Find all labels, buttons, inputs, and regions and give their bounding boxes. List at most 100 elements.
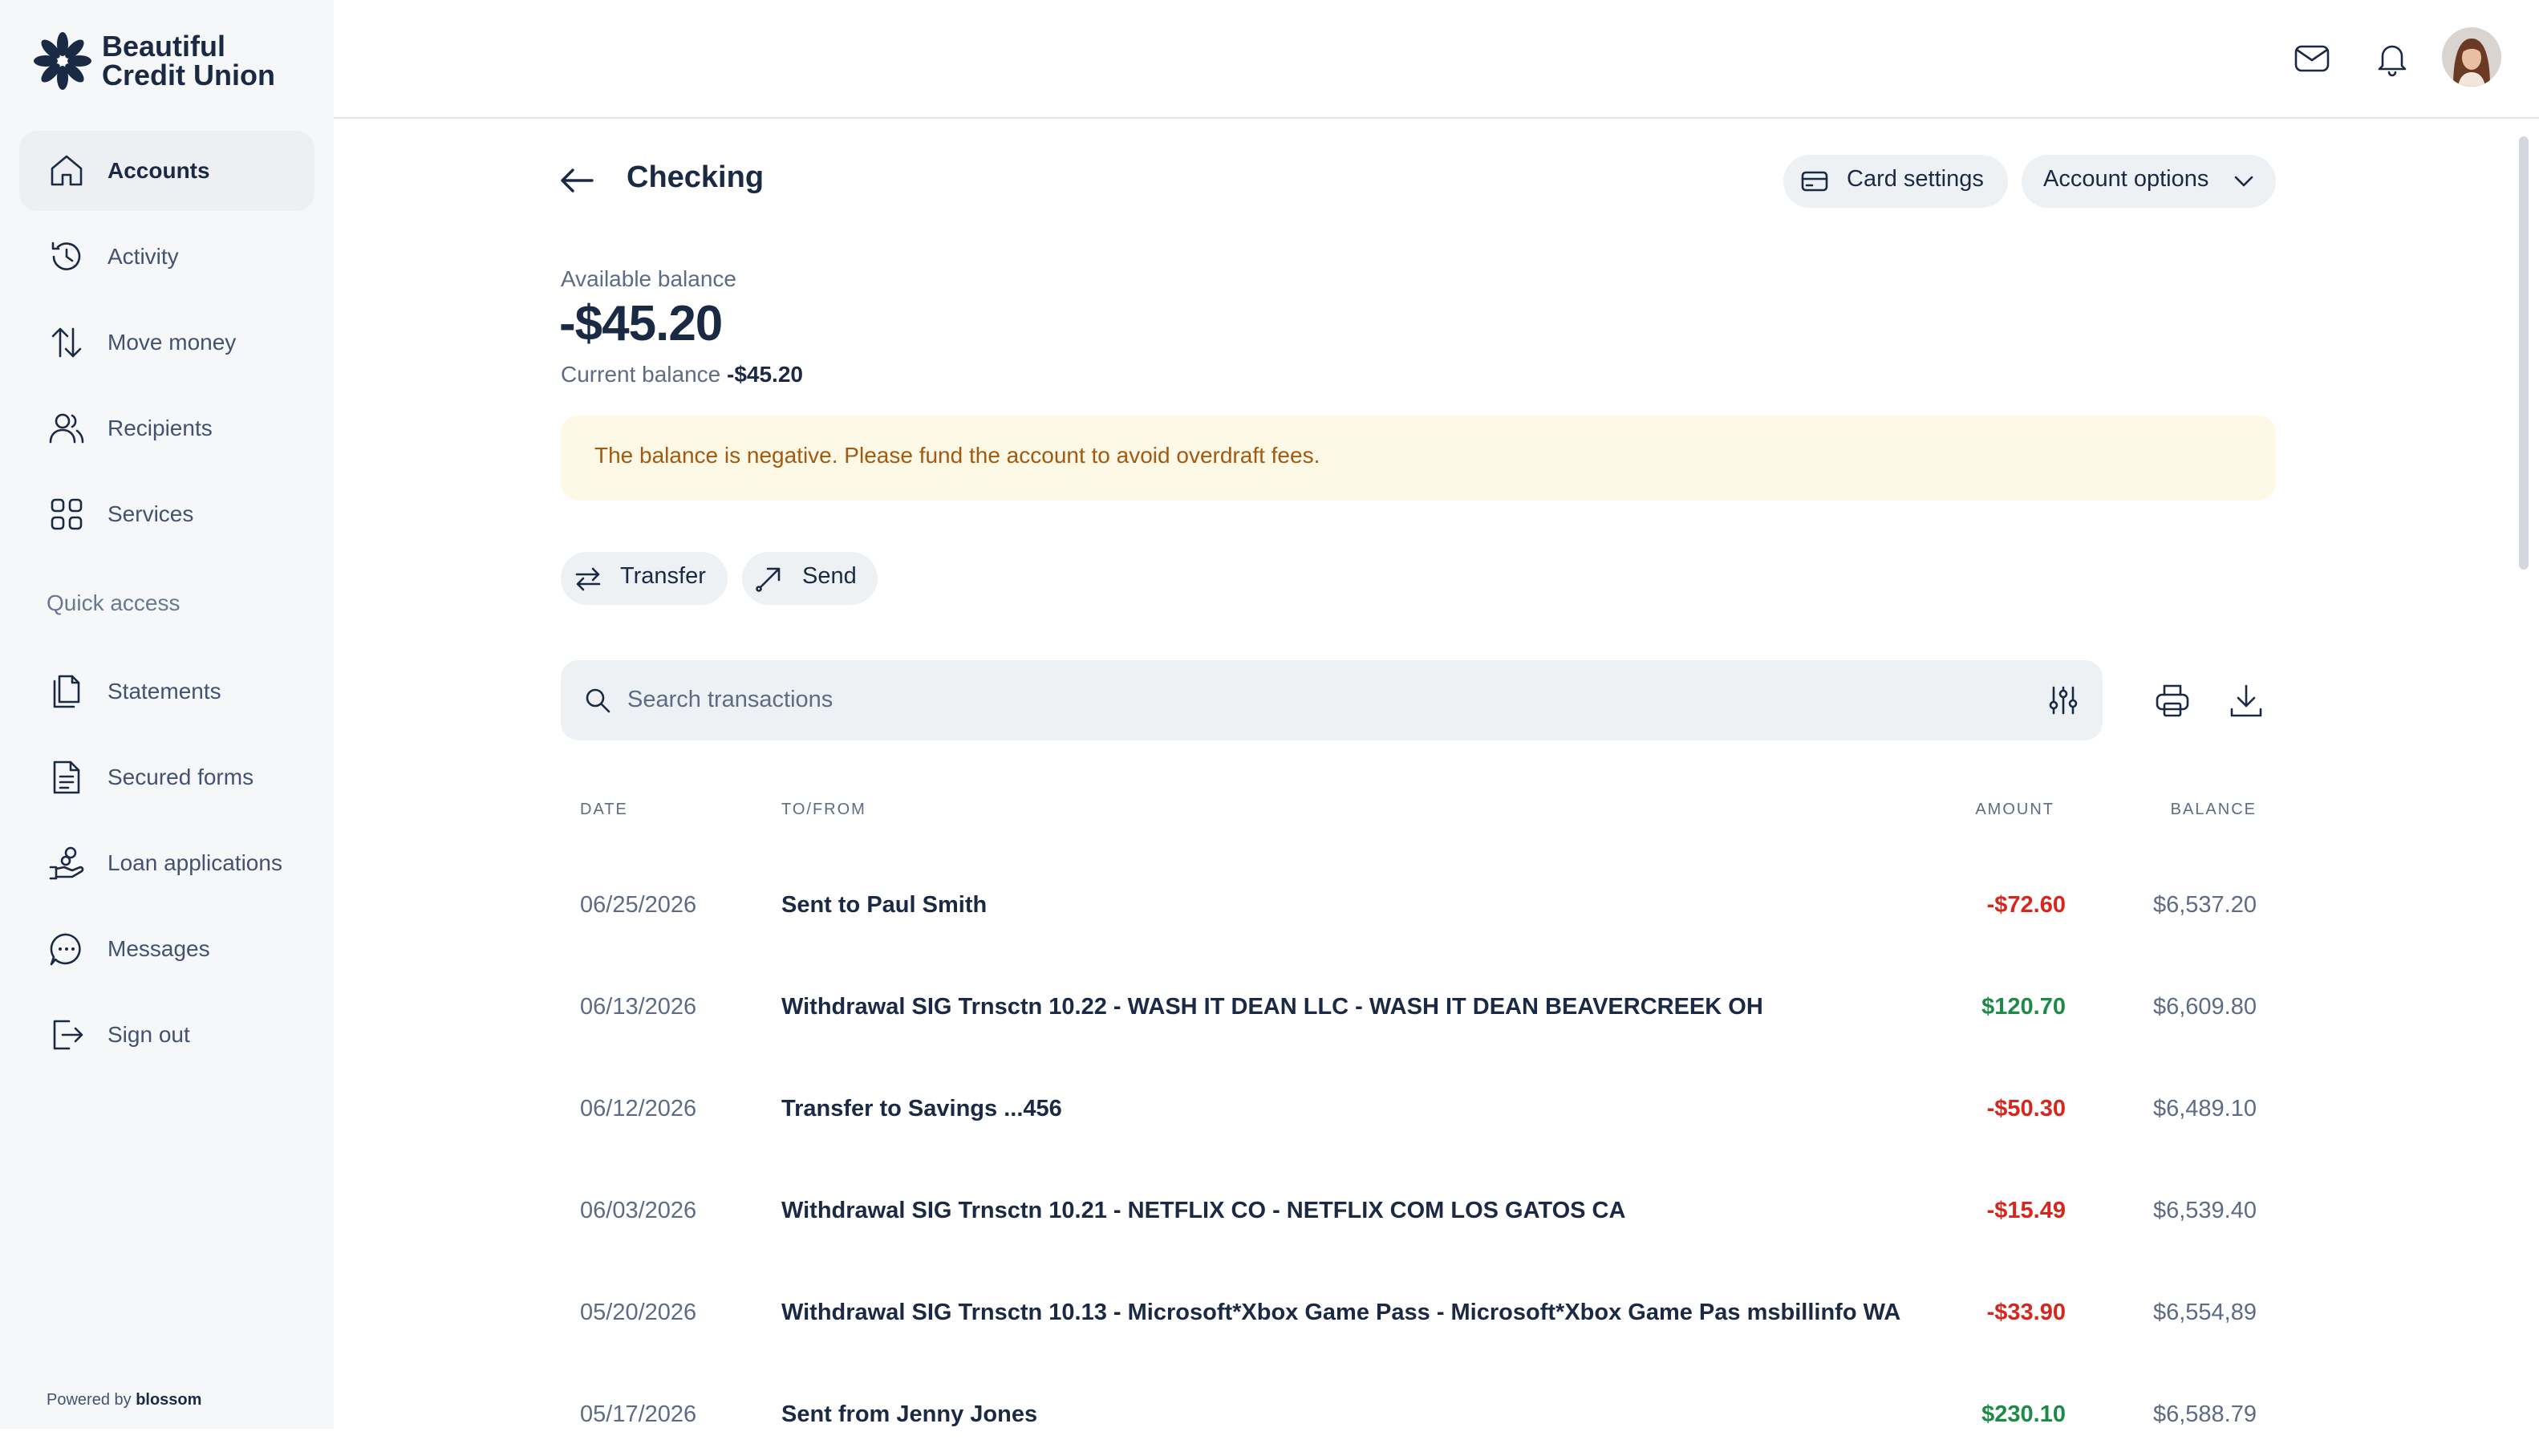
row-date: 05/20/2026 xyxy=(580,1300,697,1325)
sidebar-item-label: Move money xyxy=(107,330,237,355)
user-avatar[interactable] xyxy=(2442,27,2501,87)
row-description: Sent from Jenny Jones xyxy=(781,1401,1038,1427)
table-row[interactable]: 06/13/2026 Withdrawal SIG Trnsctn 10.22 … xyxy=(561,968,2276,1048)
row-balance: $6,489.10 xyxy=(2152,1096,2257,1121)
filter-sliders-icon[interactable] xyxy=(2047,684,2079,716)
column-header-date: DATE xyxy=(580,801,628,818)
powered-by: Powered by blossom xyxy=(47,1391,201,1409)
row-description: Withdrawal SIG Trnsctn 10.13 - Microsoft… xyxy=(781,1300,1901,1325)
sidebar: Beautiful Credit Union Accounts Activity… xyxy=(0,0,334,1429)
row-balance: $6,588.79 xyxy=(2152,1401,2257,1427)
sidebar-item-label: Loan applications xyxy=(107,850,282,875)
account-options-dropdown[interactable]: Account options xyxy=(2022,155,2276,208)
sidebar-item-accounts[interactable]: Accounts xyxy=(19,131,314,211)
row-balance: $6,539.40 xyxy=(2152,1198,2257,1223)
current-balance: Current balance -$45.20 xyxy=(561,362,803,387)
negative-balance-alert: The balance is negative. Please fund the… xyxy=(561,416,2276,501)
alert-message: The balance is negative. Please fund the… xyxy=(594,443,1320,468)
mail-icon[interactable] xyxy=(2292,39,2332,79)
sidebar-item-label: Recipients xyxy=(107,416,213,440)
column-header-balance: BALANCE xyxy=(2170,801,2257,818)
send-label: Send xyxy=(802,563,857,589)
sidebar-item-services[interactable]: Services xyxy=(19,474,314,554)
history-icon xyxy=(48,238,85,275)
sidebar-item-secured-forms[interactable]: Secured forms xyxy=(19,737,314,817)
credit-card-icon xyxy=(1801,169,1828,193)
sidebar-item-messages[interactable]: Messages xyxy=(19,909,314,989)
available-balance-label: Available balance xyxy=(561,266,736,291)
row-balance: $6,537.20 xyxy=(2152,892,2257,918)
row-description: Withdrawal SIG Trnsctn 10.22 - WASH IT D… xyxy=(781,994,1763,1020)
current-balance-amount: -$45.20 xyxy=(727,362,803,387)
quick-access-label: Quick access xyxy=(47,590,180,615)
brand-line-1: Beautiful xyxy=(102,30,226,63)
column-header-to-from: TO/FROM xyxy=(781,801,866,818)
row-amount: -$15.49 xyxy=(1986,1198,2066,1223)
sidebar-item-label: Secured forms xyxy=(107,765,254,789)
chat-icon xyxy=(48,931,85,967)
sidebar-item-label: Services xyxy=(107,501,194,526)
row-amount: $120.70 xyxy=(1981,994,2066,1020)
account-options-label: Account options xyxy=(2043,166,2209,192)
row-date: 06/13/2026 xyxy=(580,994,697,1020)
page-title: Checking xyxy=(627,160,765,194)
available-balance-amount: -$45.20 xyxy=(559,296,723,351)
top-bar xyxy=(334,0,2539,119)
card-settings-button[interactable]: Card settings xyxy=(1783,155,2008,208)
sign-out-icon xyxy=(48,1016,85,1053)
send-arrow-icon xyxy=(755,566,782,593)
row-balance: $6,554,89 xyxy=(2152,1300,2257,1325)
table-row[interactable]: 06/25/2026 Sent to Paul Smith -$72.60 $6… xyxy=(561,866,2276,947)
row-amount: -$33.90 xyxy=(1986,1300,2066,1325)
powered-by-prefix: Powered by xyxy=(47,1391,132,1409)
sidebar-item-loan-applications[interactable]: Loan applications xyxy=(19,823,314,903)
table-row[interactable]: 05/20/2026 Withdrawal SIG Trnsctn 10.13 … xyxy=(561,1274,2276,1354)
search-placeholder: Search transactions xyxy=(627,687,833,712)
row-amount: -$50.30 xyxy=(1986,1096,2066,1121)
sidebar-item-label: Statements xyxy=(107,679,221,704)
bell-icon[interactable] xyxy=(2372,39,2412,79)
sidebar-item-activity[interactable]: Activity xyxy=(19,217,314,297)
download-icon[interactable] xyxy=(2227,682,2265,720)
current-balance-label: Current balance xyxy=(561,362,721,387)
table-row[interactable]: 06/03/2026 Withdrawal SIG Trnsctn 10.21 … xyxy=(561,1172,2276,1252)
brand-line-2: Credit Union xyxy=(102,59,275,91)
transfer-label: Transfer xyxy=(620,563,706,589)
sidebar-item-move-money[interactable]: Move money xyxy=(19,302,314,383)
row-balance: $6,609.80 xyxy=(2152,994,2257,1020)
row-description: Transfer to Savings ...456 xyxy=(781,1096,1062,1121)
documents-icon xyxy=(48,673,85,710)
print-icon[interactable] xyxy=(2153,682,2192,720)
row-date: 05/17/2026 xyxy=(580,1401,697,1427)
row-amount: -$72.60 xyxy=(1986,892,2066,918)
sidebar-item-statements[interactable]: Statements xyxy=(19,651,314,732)
back-arrow-icon[interactable] xyxy=(557,160,597,201)
send-button[interactable]: Send xyxy=(742,552,878,605)
column-header-amount: AMOUNT xyxy=(1975,801,2054,818)
powered-by-brand: blossom xyxy=(136,1391,202,1409)
card-settings-label: Card settings xyxy=(1847,166,1984,192)
brand-name: Beautiful Credit Union xyxy=(102,32,275,90)
hand-coins-icon xyxy=(48,845,85,882)
sidebar-item-sign-out[interactable]: Sign out xyxy=(19,995,314,1075)
arrows-updown-icon xyxy=(48,324,85,361)
sidebar-item-label: Accounts xyxy=(107,158,210,183)
row-description: Sent to Paul Smith xyxy=(781,892,988,918)
transfer-button[interactable]: Transfer xyxy=(561,552,728,605)
chevron-down-icon xyxy=(2233,172,2254,190)
flower-logo-icon[interactable] xyxy=(32,30,93,91)
search-transactions-input[interactable]: Search transactions xyxy=(561,660,2103,740)
sidebar-item-recipients[interactable]: Recipients xyxy=(19,388,314,468)
row-amount: $230.10 xyxy=(1981,1401,2066,1427)
row-date: 06/03/2026 xyxy=(580,1198,697,1223)
table-row[interactable]: 06/12/2026 Transfer to Savings ...456 -$… xyxy=(561,1070,2276,1150)
row-date: 06/12/2026 xyxy=(580,1096,697,1121)
scrollbar-thumb[interactable] xyxy=(2519,136,2529,570)
grid-icon xyxy=(48,496,85,533)
row-date: 06/25/2026 xyxy=(580,892,697,918)
table-row[interactable]: 05/17/2026 Sent from Jenny Jones $230.10… xyxy=(561,1376,2276,1456)
form-icon xyxy=(48,759,85,796)
sidebar-item-label: Activity xyxy=(107,244,179,269)
home-icon xyxy=(48,152,85,189)
search-icon xyxy=(583,686,612,715)
